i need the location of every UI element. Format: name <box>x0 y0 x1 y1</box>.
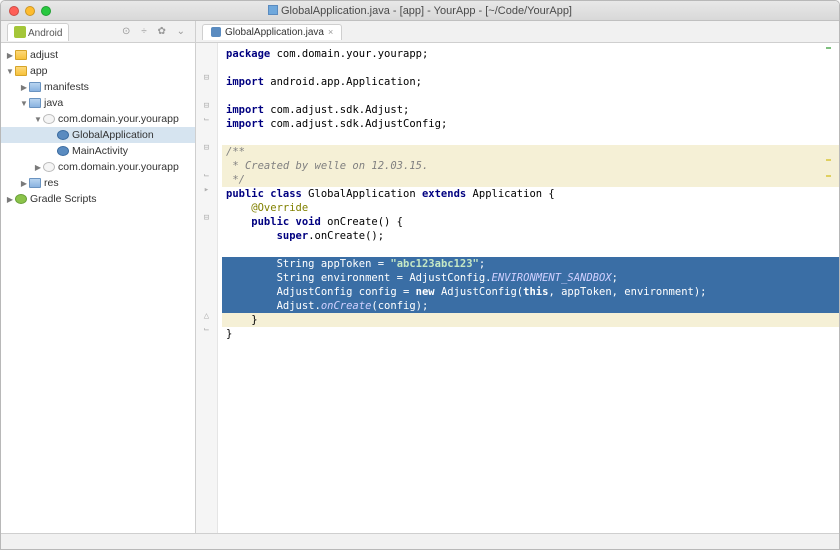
file-icon <box>268 5 278 15</box>
java-file-icon <box>211 27 221 37</box>
tree-node-app[interactable]: ▼app <box>1 63 195 79</box>
tree-node-java[interactable]: ▼java <box>1 95 195 111</box>
gutter[interactable]: ⊟ ⊟ ⌙ ⊟ ⌙ ▸ ⊟ △ ⌙ <box>196 43 218 533</box>
tab-label: GlobalApplication.java <box>225 27 324 38</box>
tree-node-package-main[interactable]: ▼com.domain.your.yourapp <box>1 111 195 127</box>
toolbar: Android ⊙ ÷ ✿ ⌄ GlobalApplication.java × <box>1 21 839 43</box>
ide-window: GlobalApplication.java - [app] - YourApp… <box>0 0 840 550</box>
code-editor[interactable]: ⊟ ⊟ ⌙ ⊟ ⌙ ▸ ⊟ △ ⌙ packag <box>196 43 839 533</box>
editor-tabs: GlobalApplication.java × <box>196 21 839 42</box>
close-window-button[interactable] <box>9 6 19 16</box>
main-area: ▶adjust ▼app ▶manifests ▼java ▼com.domai… <box>1 43 839 533</box>
tree-node-gradle-scripts[interactable]: ▶Gradle Scripts <box>1 191 195 207</box>
minimize-window-button[interactable] <box>25 6 35 16</box>
code-content[interactable]: package com.domain.your.yourapp; import … <box>218 43 839 533</box>
android-view-label: Android <box>28 28 62 39</box>
tree-node-global-application[interactable]: GlobalApplication <box>1 127 195 143</box>
android-view-tab[interactable]: Android <box>7 23 69 41</box>
tree-node-main-activity[interactable]: MainActivity <box>1 143 195 159</box>
tree-node-manifests[interactable]: ▶manifests <box>1 79 195 95</box>
title-path: - [app] - YourApp - [~/Code/YourApp] <box>390 5 572 17</box>
project-view-tools[interactable]: ⊙ ÷ ✿ ⌄ <box>122 26 189 37</box>
android-icon <box>14 26 26 38</box>
window-controls <box>9 6 51 16</box>
close-tab-icon[interactable]: × <box>328 27 333 37</box>
status-bar <box>1 533 839 549</box>
error-stripe[interactable] <box>821 43 831 533</box>
title-filename: GlobalApplication.java <box>281 5 390 17</box>
window-title: GlobalApplication.java - [app] - YourApp… <box>1 5 839 17</box>
zoom-window-button[interactable] <box>41 6 51 16</box>
titlebar[interactable]: GlobalApplication.java - [app] - YourApp… <box>1 1 839 21</box>
tree-node-res[interactable]: ▶res <box>1 175 195 191</box>
tree-node-adjust[interactable]: ▶adjust <box>1 47 195 63</box>
tree-node-package-test[interactable]: ▶com.domain.your.yourapp <box>1 159 195 175</box>
project-tree[interactable]: ▶adjust ▼app ▶manifests ▼java ▼com.domai… <box>1 43 196 533</box>
project-view-header[interactable]: Android ⊙ ÷ ✿ ⌄ <box>1 21 196 42</box>
tab-global-application[interactable]: GlobalApplication.java × <box>202 24 342 40</box>
